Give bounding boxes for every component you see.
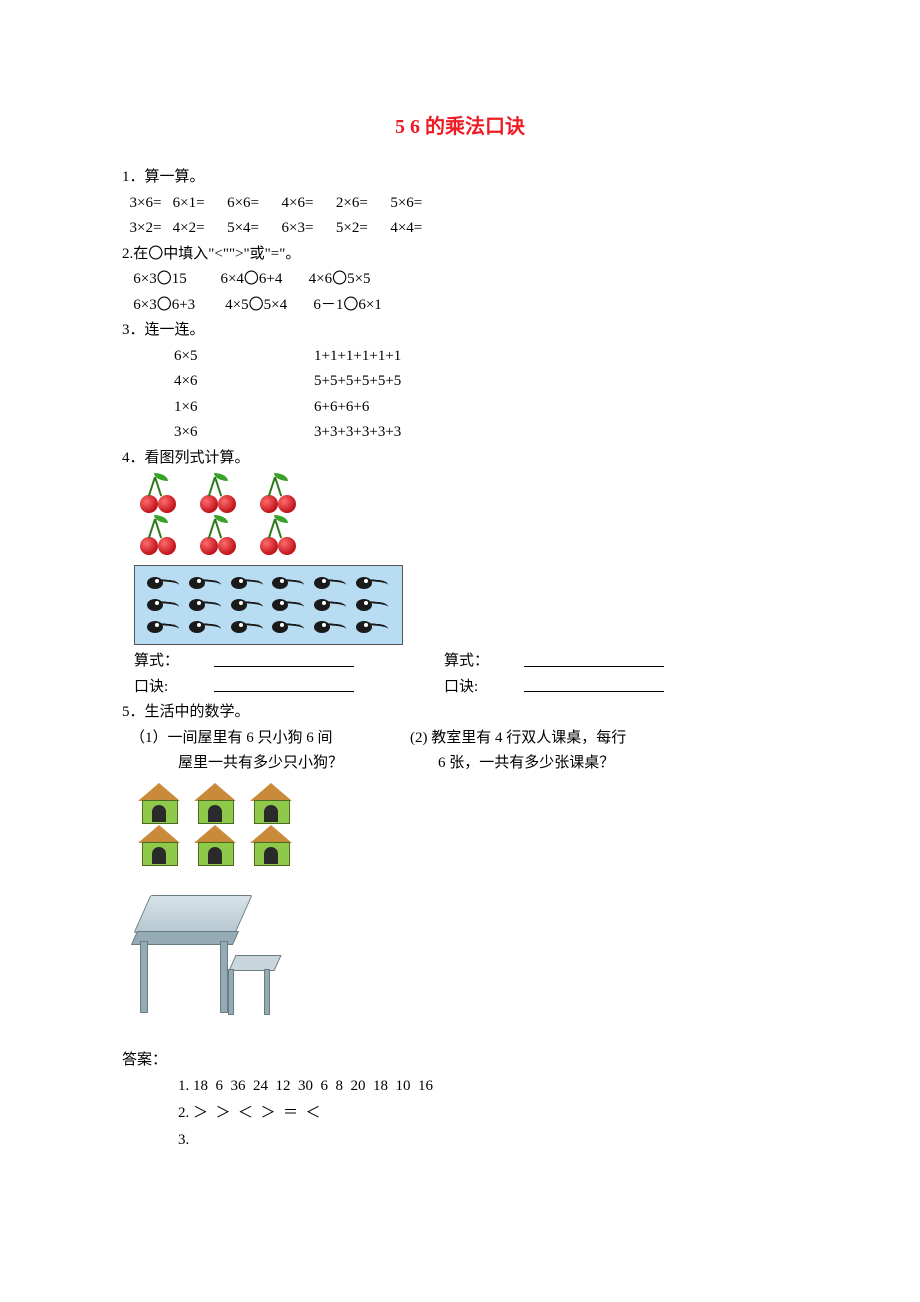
houses-image <box>122 783 798 867</box>
answer-2: 2. ＞ ＞ ＜ ＞ ＝ ＜ <box>122 1100 798 1127</box>
cherry-image <box>122 475 798 559</box>
q4-heading: 4．看图列式计算。 <box>122 446 798 472</box>
q5-1-line2: 屋里一共有多少只小狗？ <box>130 751 410 777</box>
q3-heading: 3．连一连。 <box>122 318 798 344</box>
tadpole-icon <box>270 594 308 616</box>
cherry-pair-icon <box>194 475 244 517</box>
q3-pair-1: 4×6 5+5+5+5+5+5 <box>122 369 798 395</box>
formula-label: 口诀: <box>134 675 214 701</box>
house-icon <box>134 825 184 867</box>
q1-heading: 1．算一算。 <box>122 165 798 191</box>
q3-pair-0: 6×5 1+1+1+1+1+1 <box>122 344 798 370</box>
tadpole-image <box>122 563 798 645</box>
page-title: 5 6 的乘法口诀 <box>122 110 798 139</box>
desk-image <box>122 875 798 1030</box>
q3-left: 1×6 <box>174 395 314 421</box>
house-icon <box>190 825 240 867</box>
tadpole-icon <box>145 594 183 616</box>
q3-right: 6+6+6+6 <box>314 395 369 421</box>
cherry-pair-icon <box>134 475 184 517</box>
q3-right: 1+1+1+1+1+1 <box>314 344 401 370</box>
q3-left: 3×6 <box>174 420 314 446</box>
answer-1: 1. 18 6 36 24 12 30 6 8 20 18 10 16 <box>122 1073 798 1100</box>
blank-input[interactable] <box>524 649 664 667</box>
tadpole-icon <box>312 594 350 616</box>
tadpole-icon <box>270 616 308 638</box>
answers-section: 答案： 1. 18 6 36 24 12 30 6 8 20 18 10 16 … <box>122 1048 798 1155</box>
formula-label: 口诀: <box>444 675 524 701</box>
q2-row1: 6×3〇15 6×4〇6+4 4×6〇5×5 <box>122 267 798 293</box>
cherry-pair-icon <box>254 475 304 517</box>
cherry-pair-icon <box>254 517 304 559</box>
q3-right: 3+3+3+3+3+3 <box>314 420 401 446</box>
tadpole-icon <box>187 594 225 616</box>
q5-subquestions: （1）一间屋里有 6 只小狗 6 间 屋里一共有多少只小狗？ (2) 教室里有 … <box>122 726 798 777</box>
expression-label: 算式： <box>134 649 214 675</box>
q3-right: 5+5+5+5+5+5 <box>314 369 401 395</box>
house-icon <box>246 783 296 825</box>
tadpole-icon <box>229 616 267 638</box>
q1-row2: 3×2= 4×2= 5×4= 6×3= 5×2= 4×4= <box>122 216 798 242</box>
cherry-pair-icon <box>134 517 184 559</box>
tadpole-icon <box>312 572 350 594</box>
blank-input[interactable] <box>214 649 354 667</box>
cherry-pair-icon <box>194 517 244 559</box>
q4-expression-row: 算式： 算式： <box>122 649 798 675</box>
tadpole-icon <box>312 616 350 638</box>
house-icon <box>134 783 184 825</box>
q5-2-line1: (2) 教室里有 4 行双人课桌，每行 <box>410 726 798 752</box>
tadpole-icon <box>354 594 392 616</box>
q2-heading: 2.在〇中填入"<"">"或"="。 <box>122 242 798 268</box>
answer-3: 3. <box>122 1127 798 1154</box>
tadpole-icon <box>187 572 225 594</box>
expression-label: 算式： <box>444 649 524 675</box>
tadpole-icon <box>354 572 392 594</box>
tadpole-icon <box>270 572 308 594</box>
q1-row1: 3×6= 6×1= 6×6= 4×6= 2×6= 5×6= <box>122 191 798 217</box>
q3-left: 6×5 <box>174 344 314 370</box>
q5-1-line1: （1）一间屋里有 6 只小狗 6 间 <box>130 726 410 752</box>
q2-row2: 6×3〇6+3 4×5〇5×4 6－1〇6×1 <box>122 293 798 319</box>
q3-left: 4×6 <box>174 369 314 395</box>
q3-pair-2: 1×6 6+6+6+6 <box>122 395 798 421</box>
tadpole-icon <box>354 616 392 638</box>
tadpole-icon <box>229 572 267 594</box>
blank-input[interactable] <box>214 675 354 693</box>
tadpole-icon <box>145 572 183 594</box>
worksheet-page: 5 6 的乘法口诀 1．算一算。 3×6= 6×1= 6×6= 4×6= 2×6… <box>0 0 920 1194</box>
tadpole-icon <box>229 594 267 616</box>
desk-icon <box>134 875 284 1025</box>
blank-input[interactable] <box>524 675 664 693</box>
house-icon <box>246 825 296 867</box>
house-icon <box>190 783 240 825</box>
tadpole-icon <box>187 616 225 638</box>
q5-2-line2: 6 张，一共有多少张课桌？ <box>410 751 798 777</box>
q3-pair-3: 3×6 3+3+3+3+3+3 <box>122 420 798 446</box>
q5-heading: 5．生活中的数学。 <box>122 700 798 726</box>
tadpole-icon <box>145 616 183 638</box>
answers-heading: 答案： <box>122 1048 798 1074</box>
q4-formula-row: 口诀: 口诀: <box>122 675 798 701</box>
